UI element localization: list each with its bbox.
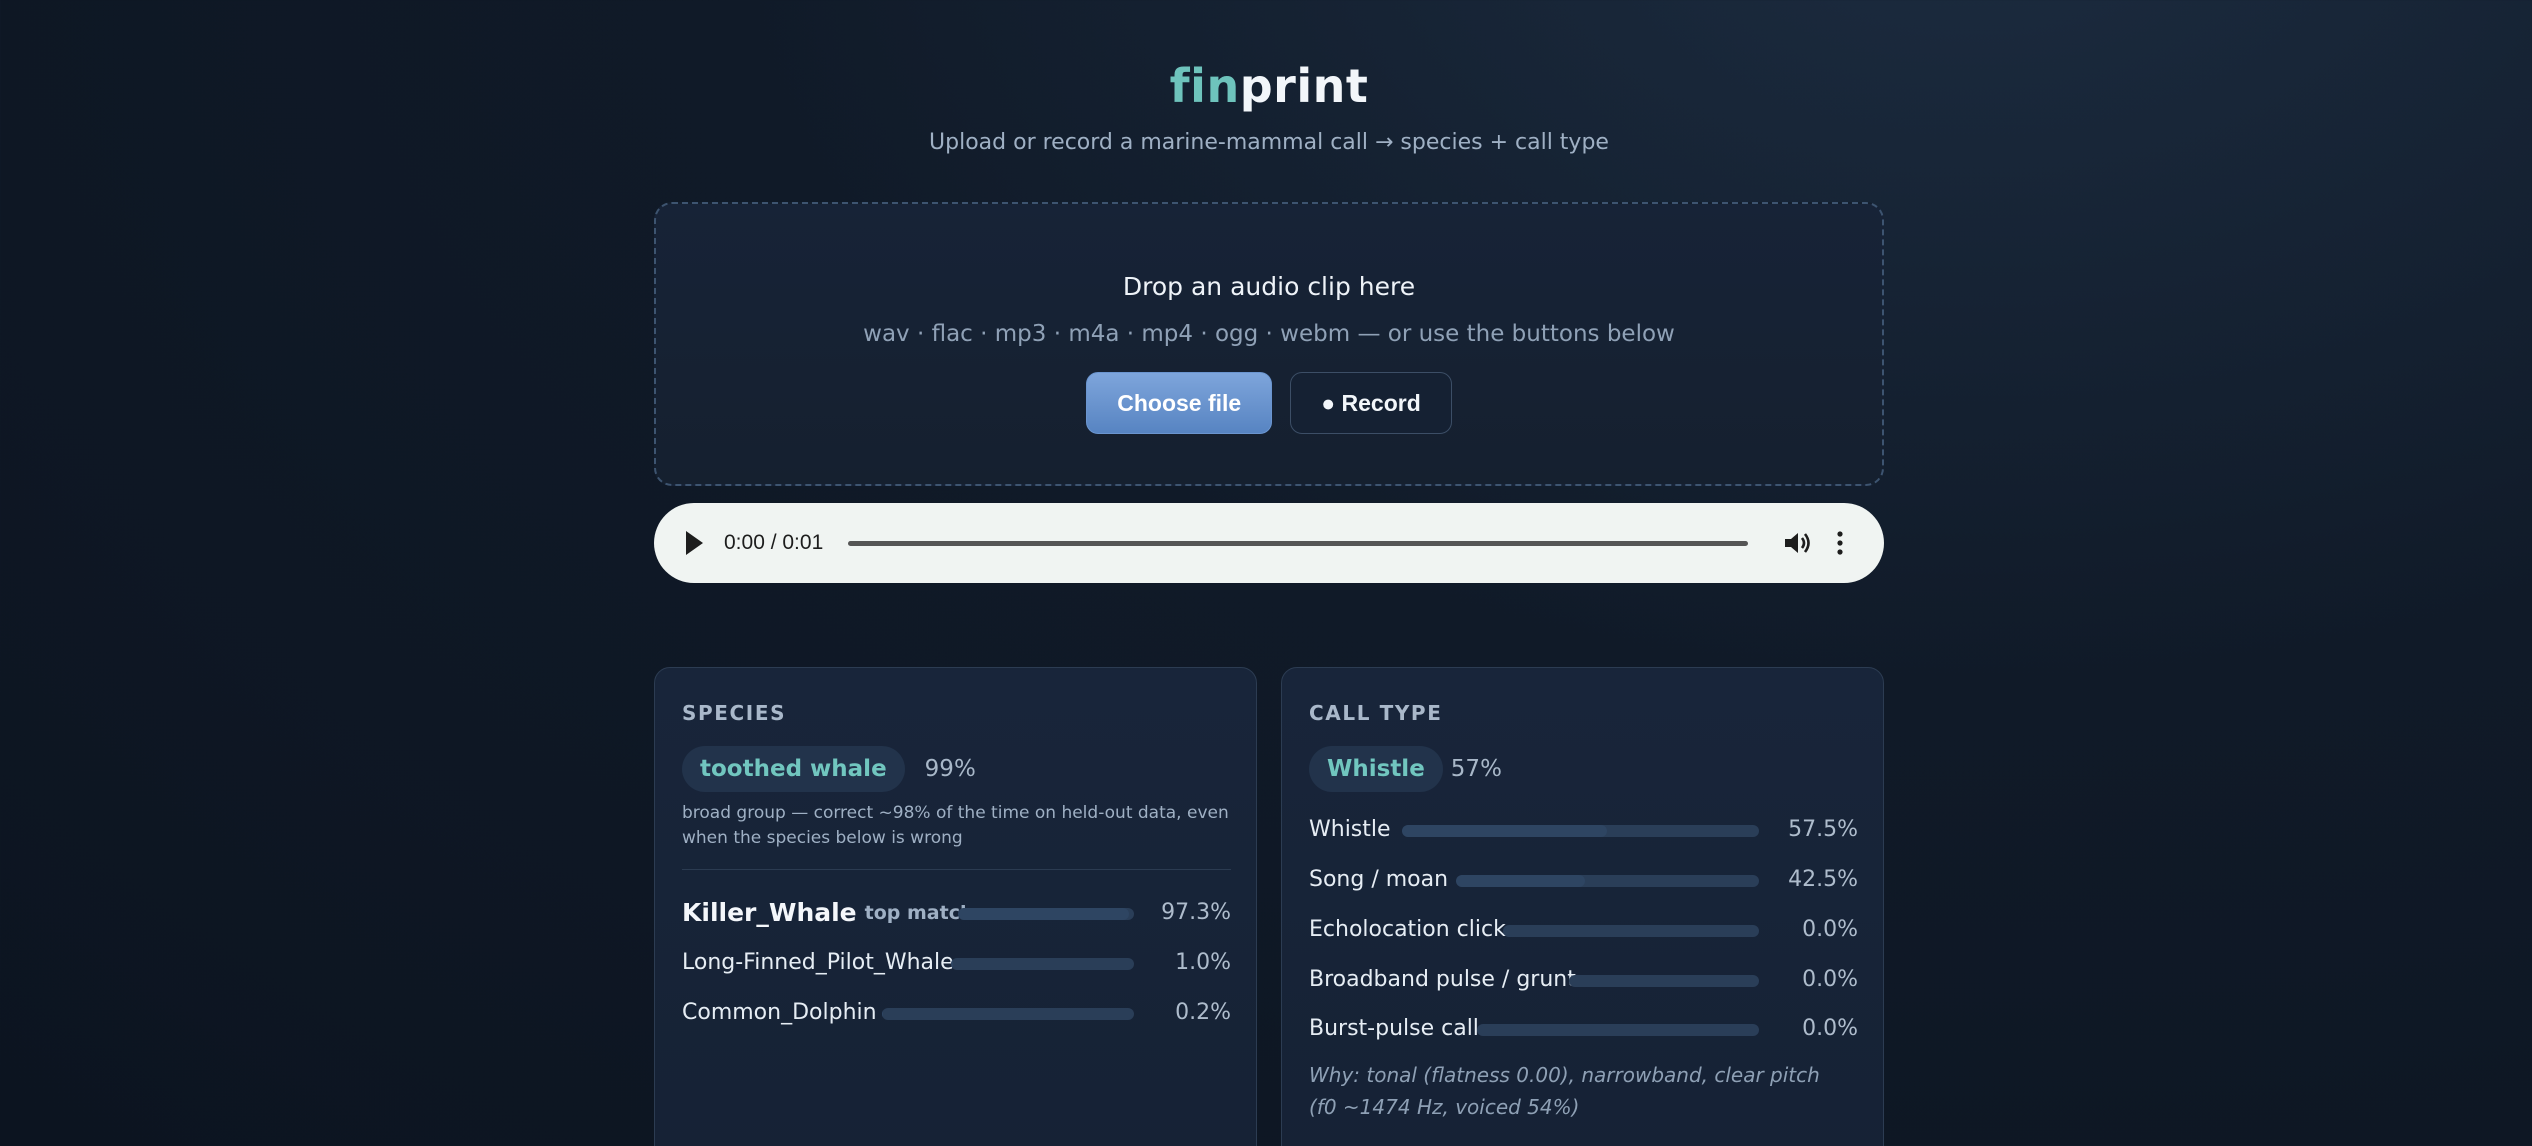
volume-icon[interactable] [1782,529,1812,557]
call-type-row: Burst-pulse call 0.0% [1309,1012,1858,1046]
probability-bar-fill [958,908,1130,920]
call-type-row: Broadband pulse / grunt 0.0% [1309,963,1858,997]
species-name: Killer_Whale [682,898,857,927]
more-vert-icon[interactable] [1834,529,1846,557]
dropzone-formats: wav · flac · mp3 · m4a · mp4 · ogg · web… [863,321,1675,347]
probability-bar-fill [882,1008,883,1020]
tagline: Upload or record a marine-mammal call → … [929,130,1609,155]
app-logo: finprint [654,56,1884,116]
logo-fin: fin [1169,59,1240,113]
species-group-pct: 99% [924,756,976,782]
call-type-name: Echolocation click [1309,917,1506,942]
divider [682,869,1231,870]
call-type-card: CALL TYPE Whistle 57% Whistle 57.5% Song… [1281,667,1884,1146]
probability-bar [1477,1024,1759,1036]
call-type-row-pct: 42.5% [1788,867,1858,892]
probability-bar [951,958,1134,970]
probability-bar [1503,925,1759,937]
species-note: broad group — correct ~98% of the time o… [682,803,1229,848]
species-group-pill: toothed whale [682,746,905,792]
call-type-row: Echolocation click 0.0% [1309,913,1858,947]
species-name: Common_Dolphin [682,1000,877,1025]
audio-dropzone[interactable]: Drop an audio clip here wav · flac · mp3… [654,202,1884,486]
call-type-name: Whistle [1309,817,1391,842]
call-type-name: Broadband pulse / grunt [1309,967,1576,992]
call-type-explanation: Why: tonal (flatness 0.00), narrowband, … [1309,1063,1820,1119]
species-pct: 1.0% [1175,950,1231,975]
probability-bar-fill [1402,825,1608,837]
seek-bar[interactable] [848,541,1748,546]
species-row: Killer_Whale top match 97.3% [682,896,1231,930]
probability-bar [1569,975,1759,987]
species-pct: 97.3% [1161,900,1231,925]
call-type-row-pct: 0.0% [1802,1016,1858,1041]
play-icon[interactable] [686,531,703,555]
dropzone-title: Drop an audio clip here [1122,272,1416,301]
species-row: Common_Dolphin 0.2% [682,996,1231,1030]
probability-bar [1456,875,1759,887]
player-time: 0:00 / 0:01 [724,531,824,554]
record-button[interactable]: ● Record [1290,372,1452,434]
call-type-row-pct: 57.5% [1788,817,1858,842]
probability-bar [1402,825,1759,837]
audio-player: 0:00 / 0:01 [654,503,1884,583]
species-pct: 0.2% [1175,1000,1231,1025]
species-name: Long-Finned_Pilot_Whale [682,950,954,975]
call-type-row: Whistle 57.5% [1309,813,1858,847]
call-type-label: CALL TYPE [1309,701,1443,725]
call-type-pct: 57% [1450,756,1502,782]
species-row: Long-Finned_Pilot_Whale 1.0% [682,946,1231,980]
call-type-row: Song / moan 42.5% [1309,863,1858,897]
probability-bar-fill [1456,875,1585,887]
species-card: SPECIES toothed whale 99% broad group — … [654,667,1257,1146]
species-group-row: toothed whale 99% [682,746,976,792]
call-type-name: Burst-pulse call [1309,1016,1479,1041]
choose-file-button[interactable]: Choose file [1086,372,1273,434]
call-type-name: Song / moan [1309,867,1449,892]
call-type-top-row: Whistle 57% [1309,746,1502,792]
probability-bar [882,1008,1134,1020]
call-type-pill: Whistle [1309,746,1443,792]
call-type-row-pct: 0.0% [1802,967,1858,992]
logo-print: print [1239,59,1369,113]
species-label: SPECIES [682,701,787,725]
probability-bar [958,908,1134,920]
call-type-row-pct: 0.0% [1802,917,1858,942]
dropzone-buttons: Choose file ● Record [656,372,1882,434]
